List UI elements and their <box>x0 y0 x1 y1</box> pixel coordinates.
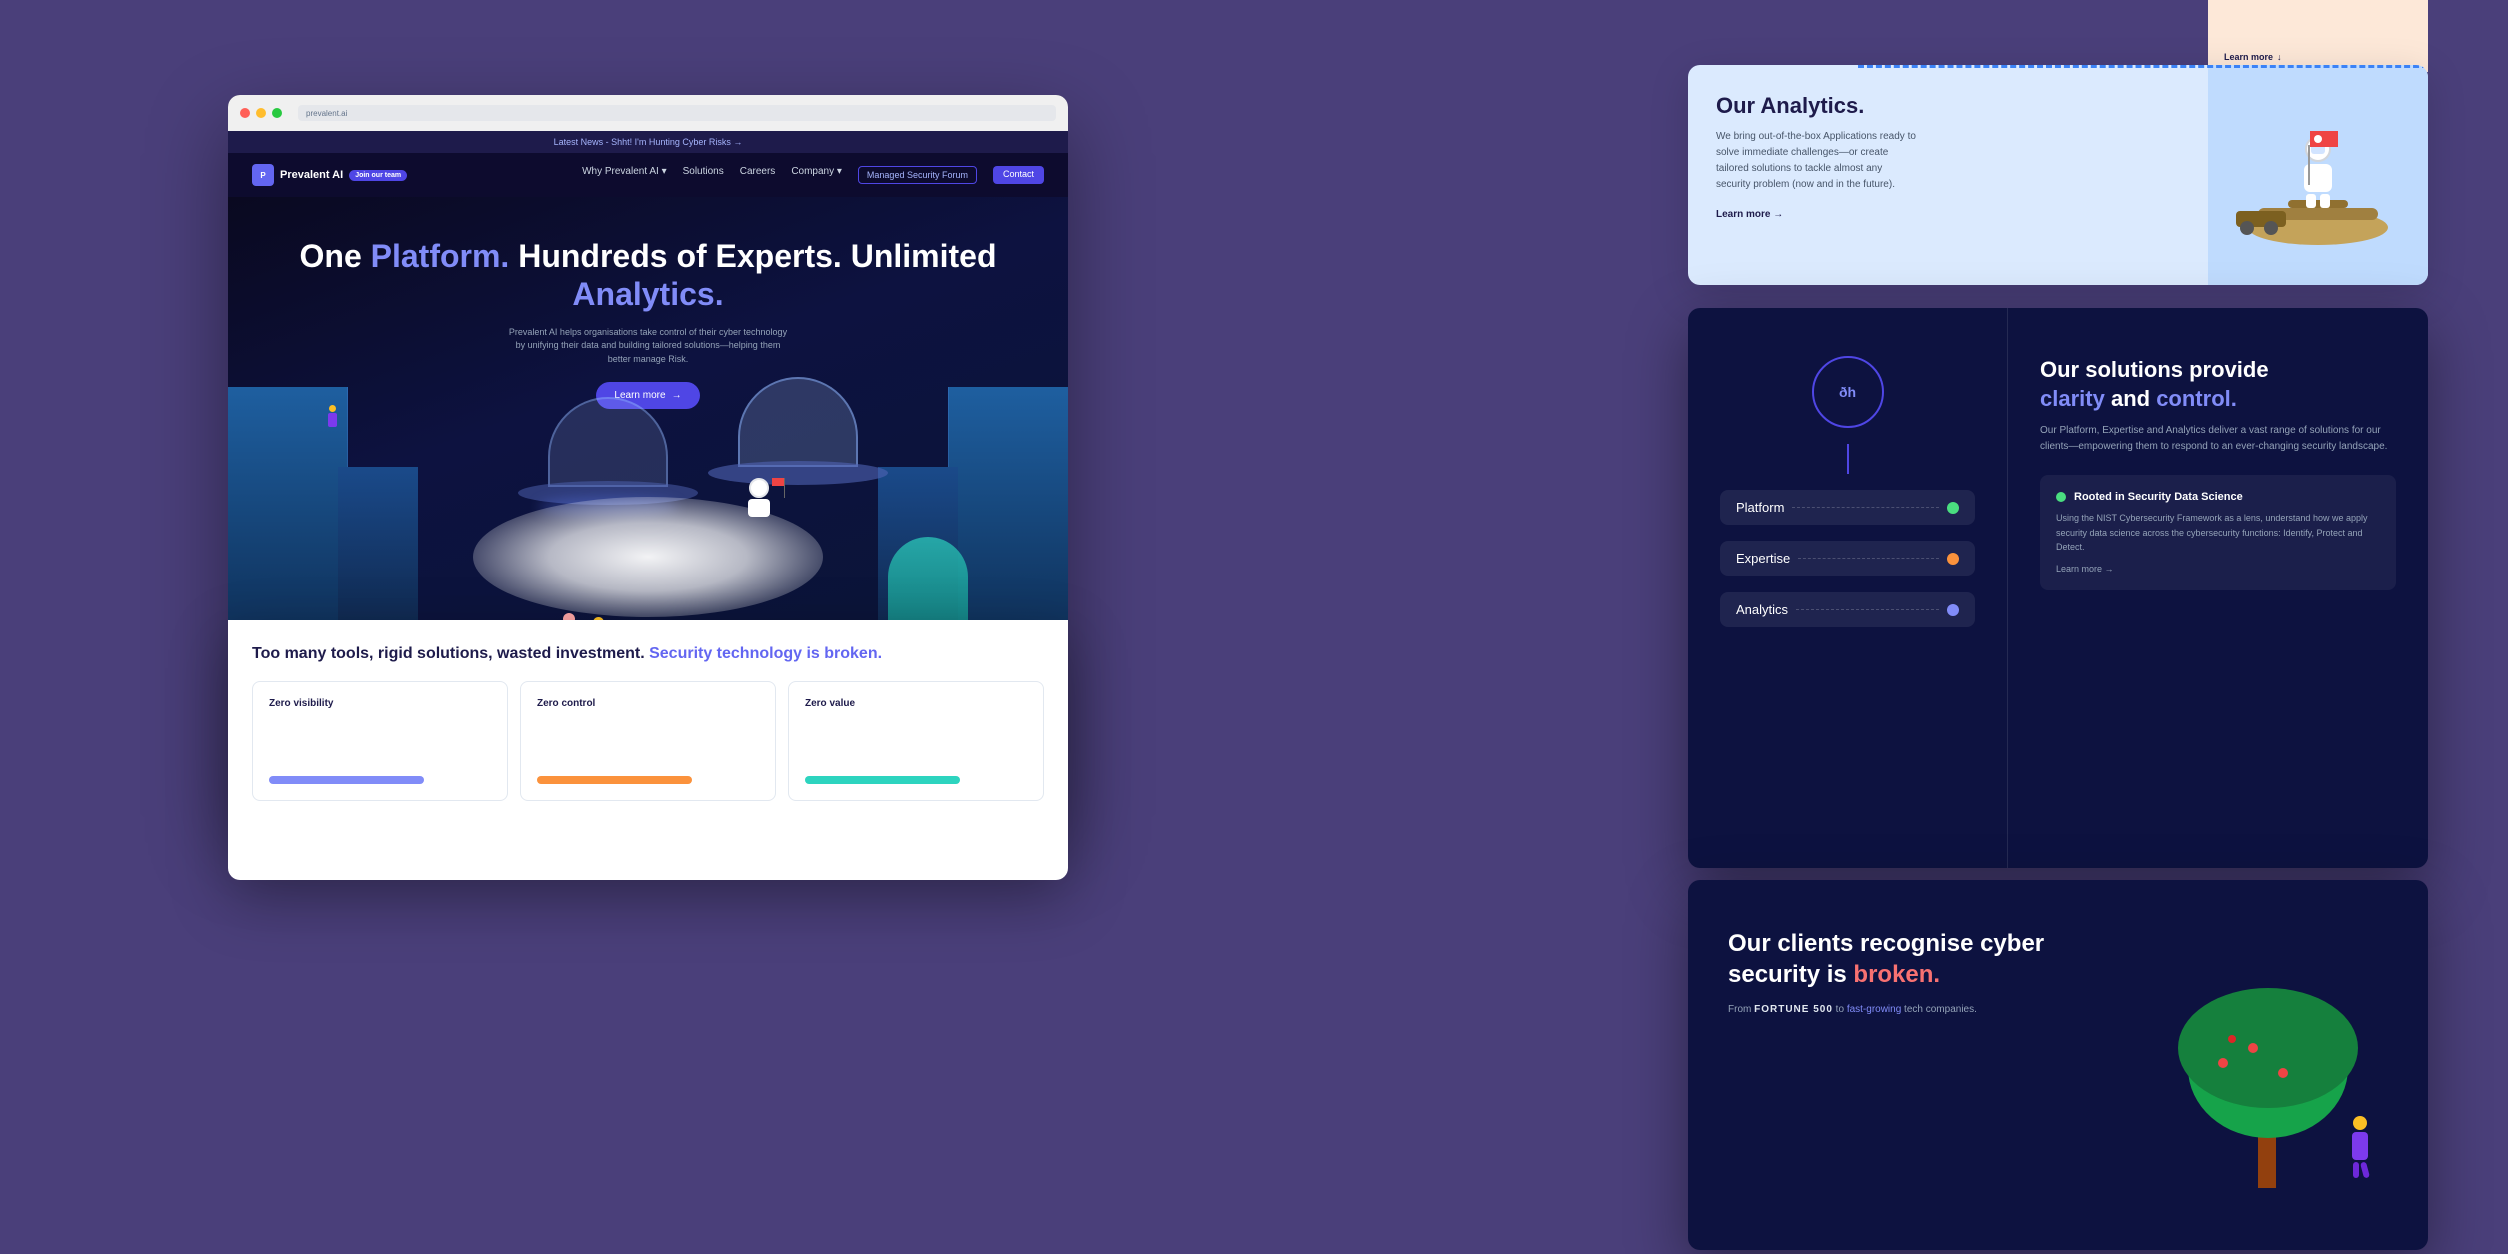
browser-dot-minimize[interactable] <box>256 108 266 118</box>
dotted-connector-3 <box>1796 609 1939 610</box>
card-zero-control: Zero control <box>520 681 776 801</box>
browser-chrome: prevalent.ai <box>228 95 1068 131</box>
clients-section: Our clients recognise cyber security is … <box>1688 880 2428 1250</box>
analytics-text: We bring out-of-the-box Applications rea… <box>1716 129 1916 193</box>
nav-careers[interactable]: Careers <box>740 166 776 184</box>
lower-section-title: Too many tools, rigid solutions, wasted … <box>252 644 1044 665</box>
solutions-title: Our solutions provide clarity and contro… <box>2040 356 2396 413</box>
rooted-text: Using the NIST Cybersecurity Framework a… <box>2056 511 2380 554</box>
flag-pole <box>2308 145 2310 185</box>
lower-cards: Zero visibility Zero control Zero value <box>252 681 1044 801</box>
bar-control <box>537 776 692 784</box>
nav-managed-security[interactable]: Managed Security Forum <box>858 166 977 184</box>
nav-solutions[interactable]: Solutions <box>683 166 724 184</box>
person-building-top <box>328 405 337 427</box>
navbar-links: Why Prevalent AI ▾ Solutions Careers Com… <box>582 166 1044 184</box>
hero-platform: Platform. <box>371 238 510 274</box>
hero-analytics: Analytics. <box>572 276 723 312</box>
clients-subtitle: From FORTUNE 500 to fast-growing tech co… <box>1728 1002 2108 1018</box>
platform-dot-1 <box>1947 502 1959 514</box>
clients-title: Our clients recognise cyber security is … <box>1728 928 2108 990</box>
dotted-connector-2 <box>1798 558 1939 559</box>
nav-contact-btn[interactable]: Contact <box>993 166 1044 184</box>
dashed-top-border <box>1858 65 2428 68</box>
announcement-text: Latest News - Shht! I'm Hunting Cyber Ri… <box>554 137 743 147</box>
tree-illustration <box>2148 928 2388 1208</box>
join-team-badge[interactable]: Join our team <box>349 170 407 181</box>
lower-left-section: Too many tools, rigid solutions, wasted … <box>228 620 1068 880</box>
bar-visibility <box>269 776 424 784</box>
clients-content: Our clients recognise cyber security is … <box>1728 928 2108 1202</box>
smoke-cloud <box>473 497 823 617</box>
rover-wheel-1 <box>2240 221 2254 235</box>
analytics-title: Our Analytics. <box>1716 93 2180 119</box>
analytics-learn-more[interactable]: Learn more → <box>1716 209 2180 220</box>
learn-more-peach[interactable]: Learn more ↓ <box>2224 52 2282 62</box>
tree-foliage-2 <box>2178 988 2358 1108</box>
browser-dot-close[interactable] <box>240 108 250 118</box>
rooted-card: Rooted in Security Data Science Using th… <box>2040 475 2396 590</box>
navbar-logo: P Prevalent AI Join our team <box>252 164 407 186</box>
nav-company[interactable]: Company ▾ <box>791 166 842 184</box>
analytics-dot <box>1947 604 1959 616</box>
solutions-text: Our Platform, Expertise and Analytics de… <box>2040 423 2396 455</box>
analytics-right-illustration <box>2208 65 2428 285</box>
moon-astronaut <box>2228 95 2408 255</box>
apple-4 <box>2228 1035 2236 1043</box>
hero-title-part1: One <box>300 238 371 274</box>
announcement-bar[interactable]: Latest News - Shht! I'm Hunting Cyber Ri… <box>228 131 1068 153</box>
analytics-item[interactable]: Analytics <box>1720 592 1975 627</box>
navbar: P Prevalent AI Join our team Why Prevale… <box>228 153 1068 197</box>
rooted-dot-icon <box>2056 492 2066 502</box>
expertise-dot <box>1947 553 1959 565</box>
nav-why-prevalent[interactable]: Why Prevalent AI ▾ <box>582 166 667 184</box>
platform-item[interactable]: Platform <box>1720 490 1975 525</box>
peach-top-box: Learn more ↓ <box>2208 0 2428 72</box>
browser-dot-maximize[interactable] <box>272 108 282 118</box>
flag <box>2310 131 2338 147</box>
hero-title: One Platform. Hundreds of Experts. Unlim… <box>252 237 1044 314</box>
vertical-connector <box>1847 444 1849 474</box>
rooted-learn-more[interactable]: Learn more → <box>2056 564 2380 574</box>
bar-value <box>805 776 960 784</box>
analytics-left-content: Our Analytics. We bring out-of-the-box A… <box>1688 65 2208 285</box>
card-zero-value: Zero value <box>788 681 1044 801</box>
apple-3 <box>2278 1068 2288 1078</box>
apple-2 <box>2248 1043 2258 1053</box>
analytics-section: Our Analytics. We bring out-of-the-box A… <box>1688 65 2428 285</box>
rooted-title: Rooted in Security Data Science <box>2074 491 2243 503</box>
solutions-circle-icon: ðh <box>1812 356 1884 428</box>
logo-icon: P <box>252 164 274 186</box>
rooted-header: Rooted in Security Data Science <box>2056 491 2380 503</box>
card-zero-visibility: Zero visibility <box>252 681 508 801</box>
expertise-label: Expertise <box>1736 551 1790 566</box>
solutions-right: Our solutions provide clarity and contro… <box>2008 308 2428 868</box>
solutions-left: ðh Platform Expertise Analytics <box>1688 308 2008 868</box>
rover-wheel-2 <box>2264 221 2278 235</box>
expertise-item[interactable]: Expertise <box>1720 541 1975 576</box>
apple-1 <box>2218 1058 2228 1068</box>
solutions-section: ðh Platform Expertise Analytics Our solu <box>1688 308 2428 868</box>
astronaut-dome <box>748 478 770 517</box>
analytics-label: Analytics <box>1736 602 1788 617</box>
tree-person <box>2352 1116 2368 1178</box>
dotted-connector-1 <box>1792 507 1939 508</box>
hero-title-part2: Hundreds of Experts. Unlimited <box>509 238 996 274</box>
broken-text: Security technology is broken. <box>649 645 882 662</box>
platform-label: Platform <box>1736 500 1784 515</box>
